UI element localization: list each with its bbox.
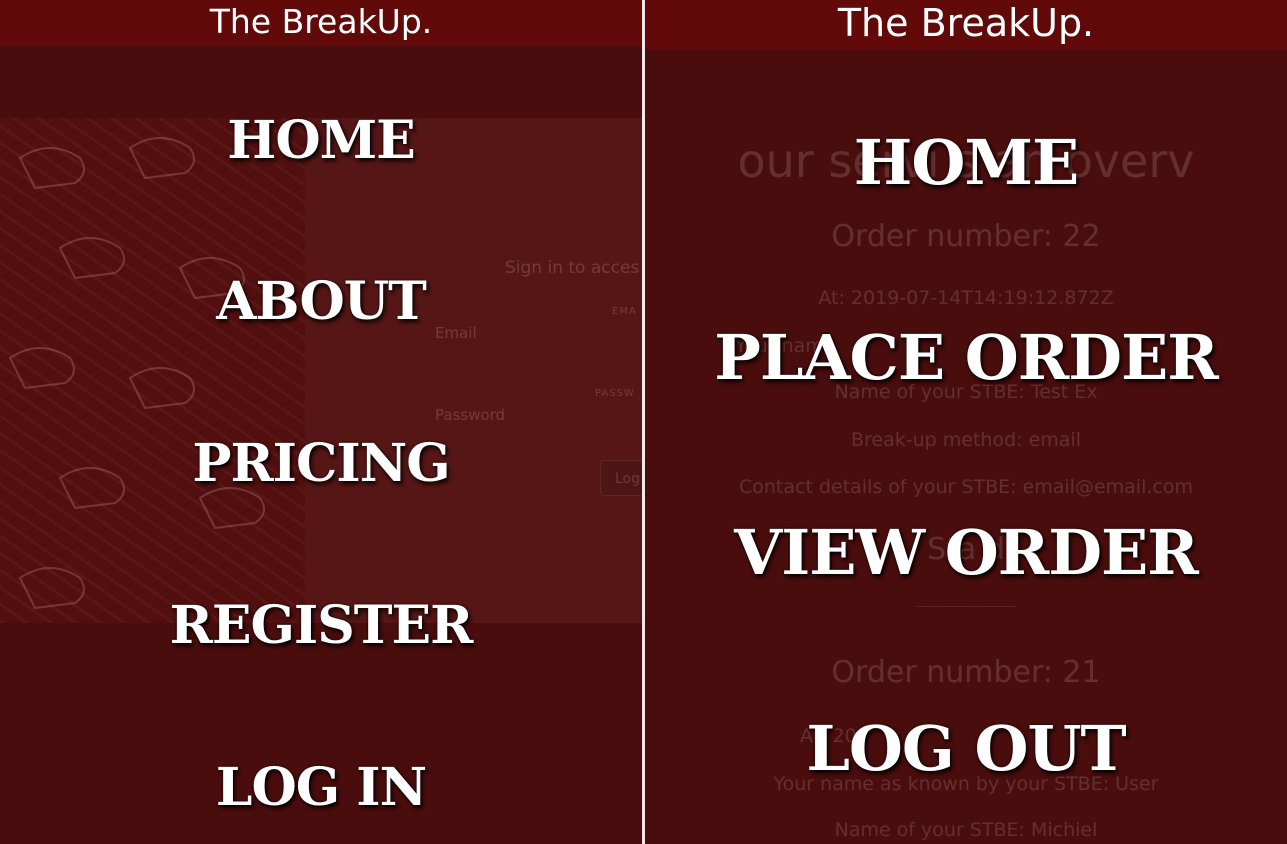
signin-card: Sign in to acces EMA Email PASSW Passwor… bbox=[305, 118, 642, 623]
order-method: Break-up method: email bbox=[851, 429, 1081, 451]
order-contact: Contact details of your STBE: email@emai… bbox=[739, 476, 1193, 498]
order-separator: —————————— bbox=[916, 601, 1016, 612]
site-title[interactable]: The BreakUp. bbox=[838, 1, 1094, 45]
site-header: The BreakUp. bbox=[645, 0, 1287, 49]
menu-item-place-order[interactable]: PLACE ORDER bbox=[645, 323, 1287, 393]
right-mobile-screen: The BreakUp. our servi s an overv Order … bbox=[645, 0, 1287, 844]
zebra-illustration bbox=[8, 137, 265, 610]
menu-item-home[interactable]: HOME bbox=[0, 111, 642, 171]
menu-item-view-order[interactable]: VIEW ORDER bbox=[645, 518, 1287, 588]
order-stbe-name: Name of your STBE: Michiel bbox=[834, 819, 1098, 841]
order-number: Order number: 22 bbox=[831, 219, 1101, 254]
order-timestamp: At: 2019-07-14T14:19:12.872Z bbox=[818, 287, 1114, 309]
site-header: The BreakUp. bbox=[0, 0, 642, 46]
menu-item-home[interactable]: HOME bbox=[645, 128, 1287, 198]
left-mobile-screen: The BreakUp. Sign in to acces EMA Email … bbox=[0, 0, 642, 844]
site-title[interactable]: The BreakUp. bbox=[210, 2, 433, 41]
menu-item-about[interactable]: ABOUT bbox=[0, 272, 642, 332]
password-label: PASSW bbox=[595, 388, 635, 399]
menu-item-pricing[interactable]: PRICING bbox=[0, 434, 642, 494]
password-field: Password bbox=[435, 406, 506, 424]
menu-item-register[interactable]: REGISTER bbox=[0, 596, 642, 656]
menu-item-log-out[interactable]: LOG OUT bbox=[645, 714, 1287, 784]
order-number: Order number: 21 bbox=[831, 655, 1101, 690]
menu-item-log-in[interactable]: LOG IN bbox=[0, 758, 642, 818]
